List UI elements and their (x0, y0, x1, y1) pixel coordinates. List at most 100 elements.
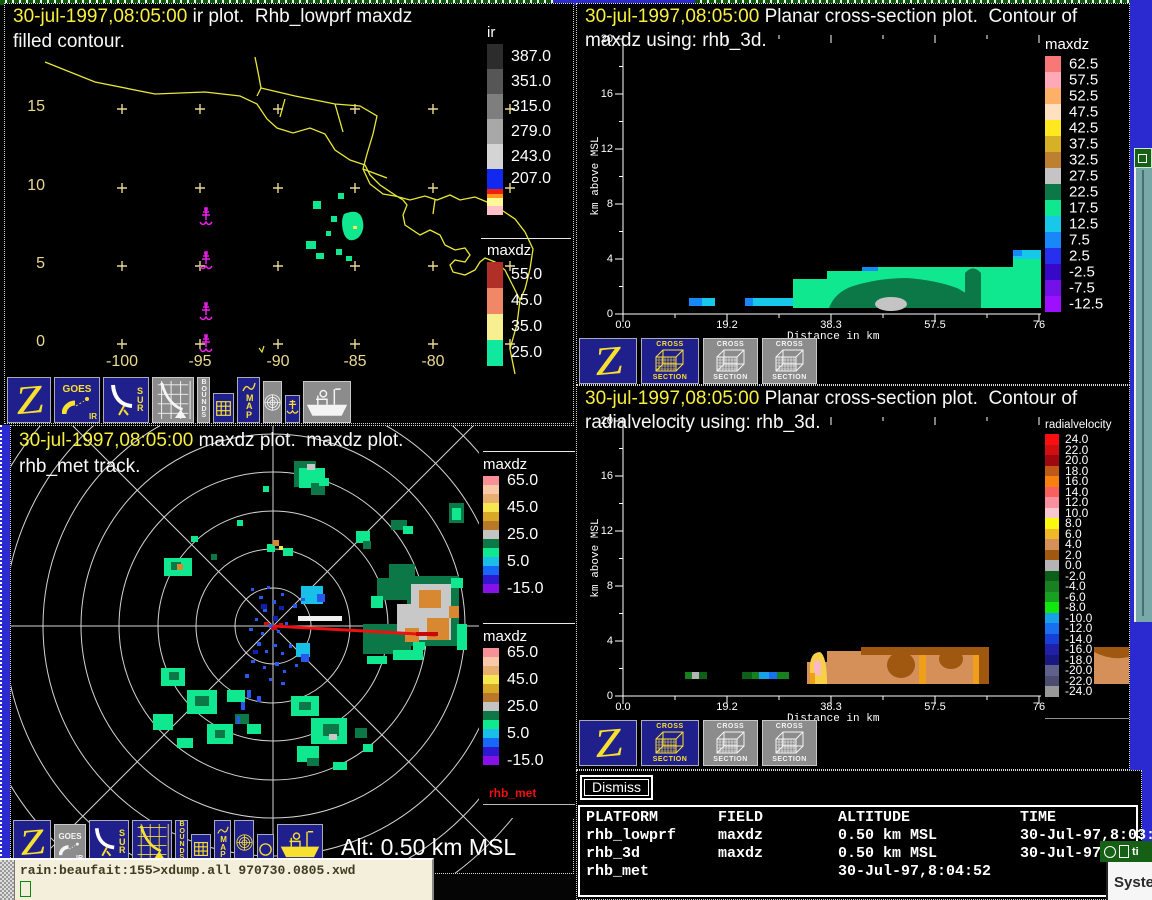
panel-timestamp: 30-jul-1997,08:05:00 (585, 388, 759, 409)
circle-icon (258, 842, 273, 857)
xsection-maxdz-panel: 30-jul-1997,08:05:00 Planar cross-sectio… (576, 3, 1130, 385)
table-cell: rhb_lowprf (586, 827, 718, 845)
grid-radar-icon (134, 822, 170, 862)
window-circle-icon[interactable] (1104, 846, 1116, 858)
colorbar-segment (483, 693, 499, 702)
ship-button[interactable] (303, 381, 351, 423)
colorbar-segment (1045, 634, 1059, 645)
cross-label: CROSS (717, 341, 744, 348)
cross-section-button[interactable]: CROSS SECTION (762, 720, 817, 766)
colorbar-segment (483, 503, 499, 512)
colorbar-value: -7.5 (1069, 280, 1095, 297)
separator-line (483, 804, 575, 805)
radar-dish-icon (110, 384, 134, 416)
colorbar-segment (1045, 686, 1059, 697)
altitude-readout: Alt: 0.50 km MSL (341, 834, 516, 861)
corner-dialog[interactable]: Syste (1106, 862, 1152, 900)
terminal-window[interactable]: rain:beaufait:155>xdump.all 970730.0805.… (0, 858, 434, 900)
zebra-logo-button[interactable]: Z (579, 720, 637, 766)
cross-section-button[interactable]: CROSS SECTION (703, 720, 758, 766)
section-label: SECTION (772, 756, 807, 763)
map-button[interactable]: MAP (237, 377, 260, 423)
table-cell: 0.50 km MSL (838, 827, 1020, 845)
cross-section-button-active[interactable]: CROSS SECTION (641, 720, 699, 766)
zebra-z-glyph: Z (18, 827, 47, 858)
cube-icon (714, 730, 748, 756)
colorbar-value: 315.0 (511, 98, 551, 116)
table-cell: 30-Jul-97,8:04:52 (838, 863, 1020, 881)
maxdz-colorbar: maxdz62.557.552.547.542.537.532.527.522.… (1045, 36, 1152, 312)
zebra-logo-button[interactable]: Z (579, 338, 637, 384)
colorbar-segment (487, 119, 503, 144)
cross-section-button[interactable]: CROSS SECTION (762, 338, 817, 384)
cross-label: CROSS (776, 723, 803, 730)
colorbar-value: 32.5 (1069, 152, 1098, 169)
corner-window-titlebar[interactable]: ti (1100, 841, 1152, 862)
ir-label: IR (89, 412, 97, 421)
cross-label: CROSS (656, 341, 683, 348)
colorbar-segment (487, 144, 503, 169)
colorbar-segment (487, 262, 503, 288)
colorbar-segment (483, 756, 499, 765)
colorbar-value: 207.0 (511, 170, 551, 188)
cube-icon (653, 730, 687, 756)
bounds-button[interactable]: BOUNDS (197, 377, 210, 423)
table-cell: rhb_3d (586, 845, 718, 863)
goes-ir-button[interactable]: GOES IR (54, 377, 100, 423)
cross-section-button[interactable]: CROSS SECTION (703, 338, 758, 384)
colorbar-segment (1045, 88, 1061, 104)
terminal-scrollbar[interactable] (0, 860, 15, 900)
survey-grid-button[interactable] (152, 377, 194, 423)
ship-icon (305, 386, 349, 418)
colorbar-segment (487, 206, 503, 215)
table-cell: TIME (1020, 809, 1136, 827)
zebra-logo-button[interactable]: Z (7, 377, 51, 423)
grid-button[interactable] (213, 393, 234, 423)
radar-maxdz-panel: 30-jul-1997,08:05:00 maxdz plot. maxdz p… (10, 425, 574, 874)
latlon-grid-marks (117, 104, 515, 349)
buoy-button[interactable] (285, 395, 300, 423)
sur-label: SUR (137, 387, 142, 413)
colorbar-segment (487, 169, 503, 189)
colorbar-value: 279.0 (511, 123, 551, 141)
colorbar-segment (1045, 296, 1061, 312)
survey-radar-button[interactable]: SUR (103, 377, 149, 423)
track-platform-label: rhb_met (489, 786, 536, 800)
colorbar-value: -12.5 (1069, 296, 1103, 313)
colorbar-value: 52.5 (1069, 88, 1098, 105)
colorbar-segment (1045, 613, 1059, 624)
contour-shapes (689, 250, 1041, 311)
colorbar-segment (483, 702, 499, 711)
colorbar-segment (1045, 497, 1059, 508)
satellite-dish-icon (62, 395, 92, 415)
colorbar-value: 387.0 (511, 48, 551, 66)
colorbar-value: 25.0 (507, 698, 538, 716)
buoy-icon (286, 398, 299, 420)
window-document-icon[interactable] (1119, 845, 1129, 858)
table-cell: FIELD (718, 809, 838, 827)
colorbar-segment (1045, 232, 1061, 248)
colorbar-segment (1045, 168, 1061, 184)
colorbar-value: 47.5 (1069, 104, 1098, 121)
colorbar-value: 5.0 (507, 553, 529, 571)
table-row: rhb_lowprfmaxdz0.50 km MSL30-Jul-97,8:03… (586, 827, 1136, 845)
platform-info-window: Dismiss PLATFORMFIELDALTITUDETIMErhb_low… (576, 770, 1142, 900)
cross-label: CROSS (717, 723, 744, 730)
dismiss-button[interactable]: Dismiss (580, 775, 653, 800)
colorbar-value: 351.0 (511, 73, 551, 91)
colorbar-segment (1045, 216, 1061, 232)
table-row: rhb_3dmaxdz0.50 km MSL30-Jul-97,8:04:34 (586, 845, 1136, 863)
colorbar-label: maxdz (487, 242, 607, 259)
colorbar-segment (483, 738, 499, 747)
ir-map-panel: 30-jul-1997,08:05:00 ir plot. Rhb_lowprf… (4, 3, 574, 424)
colorbar-segment (1045, 539, 1059, 550)
colorbar-segment (1045, 655, 1059, 666)
ir-echo-contours (306, 193, 363, 261)
range-rings-button[interactable] (263, 381, 282, 423)
cube-icon (714, 348, 748, 374)
platform-table: PLATFORMFIELDALTITUDETIMErhb_lowprfmaxdz… (578, 805, 1138, 897)
colorbar-segment (487, 44, 503, 69)
colorbar-value: 5.0 (507, 725, 529, 743)
cross-section-button-active[interactable]: CROSS SECTION (641, 338, 699, 384)
radar-dish-icon (94, 827, 116, 857)
